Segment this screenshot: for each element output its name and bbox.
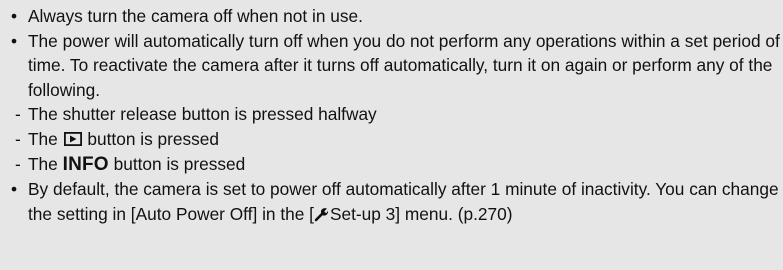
bullet-marker: •: [11, 6, 18, 26]
sub-text-info-suffix: button is pressed: [113, 153, 246, 174]
note-text-auto-power-off: The power will automatically turn off wh…: [28, 30, 780, 100]
dash-marker: -: [15, 128, 21, 149]
note-item-default-setting: • By default, the camera is set to power…: [8, 177, 783, 226]
playback-button-icon: [63, 131, 82, 146]
note-text-default-part2: ] menu. (p.270): [395, 203, 513, 224]
dash-marker: -: [15, 104, 21, 125]
info-button-label: INFO: [62, 153, 109, 175]
sub-text-playback-suffix: button is pressed: [87, 128, 220, 149]
note-item-auto-power-off: • The power will automatically turn off …: [8, 29, 783, 103]
sub-item-shutter: - The shutter release button is pressed …: [8, 102, 783, 127]
note-item-turn-off: • Always turn the camera off when not in…: [8, 4, 783, 29]
note-text-menu-name: Set-up 3: [329, 203, 396, 224]
bullet-marker: •: [11, 30, 18, 51]
notes-section: • Always turn the camera off when not in…: [0, 0, 783, 226]
dash-marker: -: [15, 153, 21, 174]
sub-text-shutter: The shutter release button is pressed ha…: [28, 104, 377, 125]
note-text-turn-off: Always turn the camera off when not in u…: [28, 6, 363, 26]
bullet-marker: •: [11, 179, 18, 200]
sub-item-playback: - The button is pressed: [8, 127, 783, 152]
sub-text-info-prefix: The: [28, 153, 58, 174]
sub-item-info: - The INFO button is pressed: [8, 152, 783, 178]
sub-text-playback-prefix: The: [28, 128, 58, 149]
wrench-icon: [314, 207, 328, 222]
